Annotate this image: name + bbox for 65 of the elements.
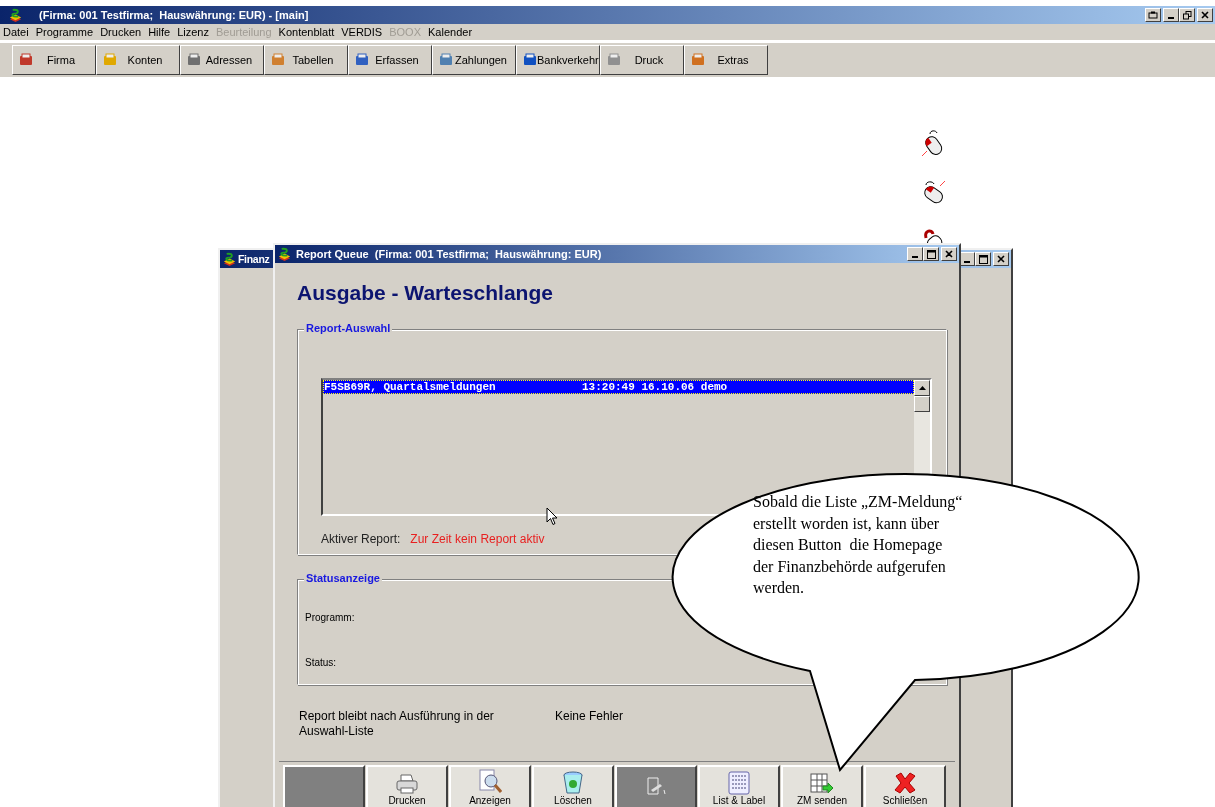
- menu-item[interactable]: Lizenz: [175, 26, 214, 38]
- close-button[interactable]: [1197, 8, 1213, 22]
- group-legend: Report-Auswahl: [304, 322, 393, 334]
- list-icon: [728, 771, 750, 795]
- note-text: Report bleibt nach Ausführung in der Auswahl-Liste: [299, 709, 495, 739]
- window-title: Report Queue (Firma: 001 Testfirma; Hauswährung: EUR): [296, 248, 602, 260]
- toolbar-button[interactable]: Drucken: [366, 765, 448, 807]
- close-icon: [1201, 11, 1209, 19]
- scroll-thumb[interactable]: [914, 396, 930, 412]
- field-label: Status:: [305, 657, 338, 668]
- close-button[interactable]: [993, 252, 1009, 266]
- toolbar-button[interactable]: Schließen: [864, 765, 946, 807]
- heading: Ausgabe - Warteschlange: [297, 281, 554, 305]
- app-logo-icon: [222, 251, 237, 267]
- status-text: Zur Zeit kein Report aktiv: [410, 532, 545, 546]
- maximize-icon: [978, 254, 988, 264]
- menu-item[interactable]: Kontenblatt: [276, 26, 340, 38]
- group-legend: Statusanzeige: [304, 572, 382, 584]
- toolbar-button[interactable]: Extras: [684, 45, 768, 75]
- window-title: Finanz: [238, 253, 270, 265]
- toolbar-button[interactable]: Druck: [600, 45, 684, 75]
- toolbar-button[interactable]: Tabellen: [264, 45, 348, 75]
- table-arrow-icon: [810, 773, 834, 795]
- window-title: (Firma: 001 Testfirma; Hauswährung: EUR) - [main]: [39, 9, 309, 21]
- close-icon: [893, 771, 917, 795]
- scroll-up-button[interactable]: [914, 380, 930, 396]
- toolbar-button[interactable]: Bankverkehr: [516, 45, 600, 75]
- maximize-icon: [926, 249, 936, 259]
- toolbar-button[interactable]: Erfassen: [348, 45, 432, 75]
- close-icon: [945, 250, 953, 258]
- minimize-button[interactable]: [907, 247, 923, 261]
- restore-icon: [1182, 10, 1192, 20]
- toolbar-button[interactable]: ZM senden: [781, 765, 863, 807]
- toolbar-button[interactable]: Löschen: [532, 765, 614, 807]
- close-icon: [997, 255, 1005, 263]
- callout-text: Sobald die Liste „ZM-Meldung“ erstellt worden ist, kann über diesen Button die Homepage der Finanzbehörde aufgerufen werden.: [753, 492, 963, 598]
- up-arrow-icon: [918, 386, 926, 390]
- menu-item[interactable]: Hilfe: [146, 26, 176, 38]
- toolbar-button[interactable]: Zahlungen: [432, 45, 516, 75]
- menu-item[interactable]: Datei: [1, 26, 34, 38]
- app-logo-icon: [8, 7, 23, 23]
- toolbar-button[interactable]: Adressen: [180, 45, 264, 75]
- menu-item[interactable]: Programme: [33, 26, 99, 38]
- trash-can-icon: [562, 771, 584, 795]
- toolbar-button[interactable]: Konten: [96, 45, 180, 75]
- menu-item[interactable]: Drucken: [98, 26, 147, 38]
- magnifier-icon: [478, 769, 502, 795]
- toolbar-button[interactable]: Firma: [12, 45, 96, 75]
- field-label: Programm:: [305, 612, 356, 623]
- close-button[interactable]: [941, 247, 957, 261]
- mouse-pointer-icon: [546, 507, 558, 526]
- restore-button[interactable]: [1179, 8, 1195, 22]
- minimize-button[interactable]: [1163, 8, 1179, 22]
- toolbar-button[interactable]: Anzeigen: [449, 765, 531, 807]
- field-label: Aktiver Report:: [321, 532, 401, 546]
- maximize-button[interactable]: [923, 247, 939, 261]
- print-window-button[interactable]: [1145, 8, 1161, 22]
- document-icon: [644, 775, 668, 798]
- list-row[interactable]: F5SB69R, Quartalsmeldungen 13:20:49 16.10.06 demo: [323, 380, 914, 394]
- toolbar-button[interactable]: List & Label: [698, 765, 780, 807]
- menu-item[interactable]: Kalender: [426, 26, 478, 38]
- maximize-button[interactable]: [975, 252, 991, 266]
- menu-item[interactable]: VERDIS: [339, 26, 388, 38]
- app-logo-icon: [277, 246, 292, 262]
- status-text: Keine Fehler: [555, 709, 624, 725]
